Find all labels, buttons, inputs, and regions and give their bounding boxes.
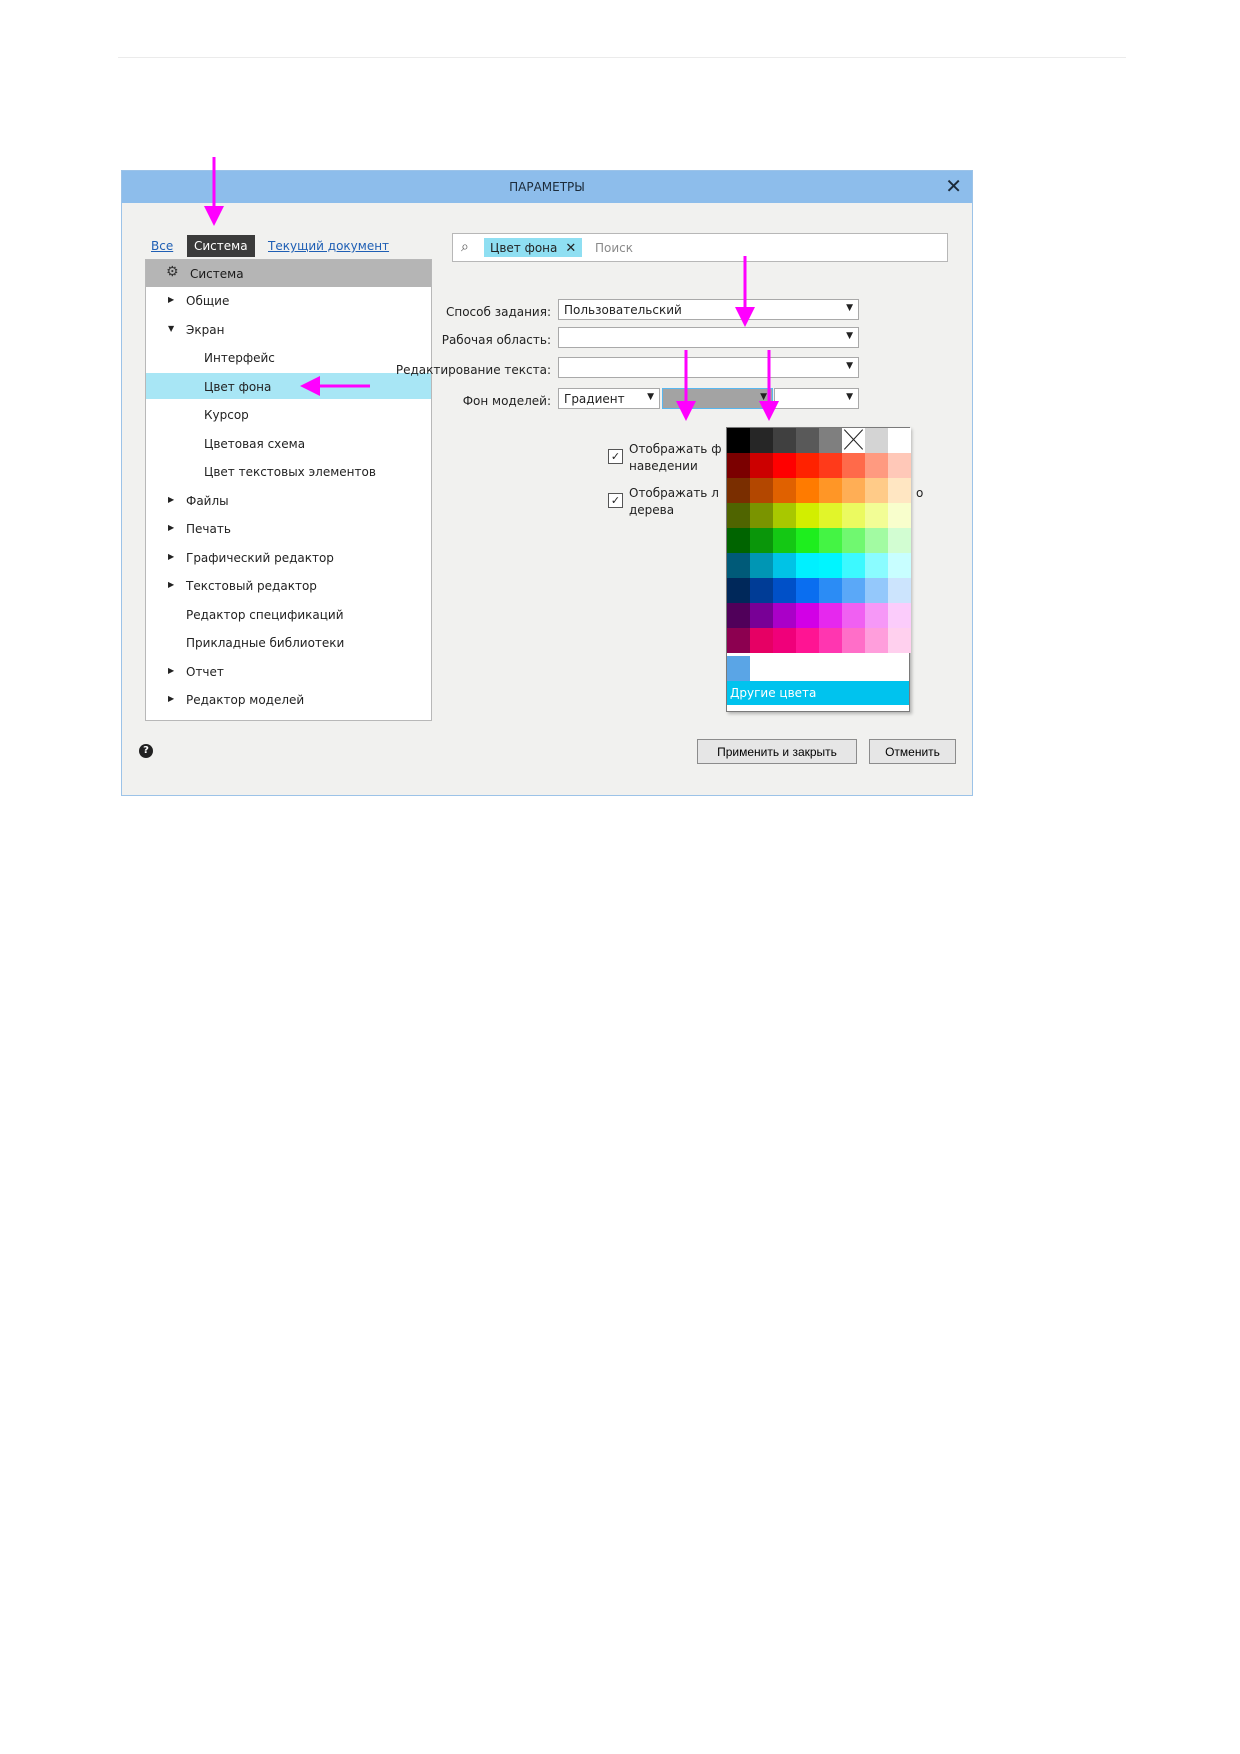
arrow-to-color-combo	[759, 350, 779, 421]
arrow-to-gradient-combo	[676, 350, 696, 421]
arrow-to-system-tab	[204, 157, 224, 226]
annotation-arrows	[204, 157, 779, 421]
arrow-to-bg-color-item	[300, 376, 370, 396]
arrow-to-method-combo	[735, 256, 755, 327]
